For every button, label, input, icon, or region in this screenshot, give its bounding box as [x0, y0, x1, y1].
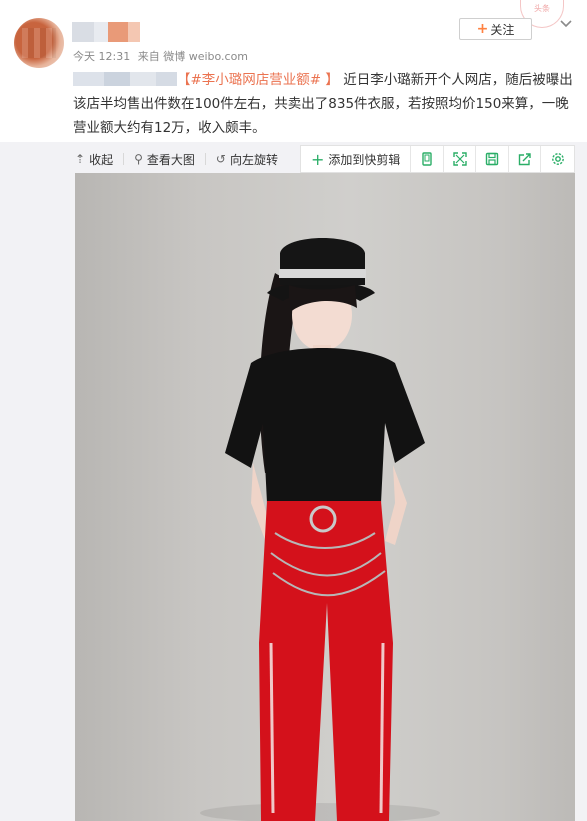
phone-icon[interactable] — [411, 146, 444, 172]
add-to-clip-button[interactable]: + 添加到快剪辑 — [301, 146, 412, 172]
plus-icon: + — [476, 21, 489, 37]
bracket-close: 】 — [321, 72, 339, 88]
view-large-label: 查看大图 — [146, 152, 195, 167]
save-icon[interactable] — [476, 146, 509, 172]
divider — [204, 153, 206, 165]
weibo-post: 今天 12:31 来自 微博 weibo.com 头条 + 关注 【#李小璐网店… — [0, 0, 587, 821]
view-large-button[interactable]: ⚲ 查看大图 — [134, 151, 195, 168]
collapse-button[interactable]: ⇡ 收起 — [75, 151, 113, 168]
settings-icon[interactable] — [541, 146, 574, 172]
bracket-open: 【 — [177, 72, 191, 88]
divider — [123, 153, 125, 165]
chevron-down-icon[interactable] — [558, 16, 574, 32]
arrow-up-icon: ⇡ — [75, 152, 86, 166]
post-time[interactable]: 今天 12:31 — [73, 50, 130, 63]
post-source[interactable]: 来自 微博 weibo.com — [138, 50, 248, 63]
image-toolbar: ⇡ 收起 ⚲ 查看大图 ↺ 向左旋转 — [75, 146, 288, 172]
collapse-label: 收起 — [89, 152, 114, 167]
follow-button[interactable]: + 关注 — [459, 18, 532, 40]
fullscreen-icon[interactable] — [444, 146, 477, 172]
photo-illustration — [200, 238, 440, 821]
rotate-left-icon: ↺ — [215, 152, 226, 166]
share-icon[interactable] — [509, 146, 542, 172]
magnifier-icon: ⚲ — [134, 152, 143, 166]
blurred-text — [73, 72, 177, 86]
post-meta: 今天 12:31 来自 微博 weibo.com — [73, 48, 252, 64]
rotate-left-label: 向左旋转 — [229, 152, 278, 167]
plus-icon: + — [311, 149, 325, 169]
topic-link[interactable]: #李小璐网店营业额# — [191, 72, 322, 88]
quick-clip-panel: + 添加到快剪辑 — [300, 145, 575, 173]
post-text: 【#李小璐网店营业额# 】 近日李小璐新开个人网店，随后被曝出该店半均售出件数在… — [73, 68, 573, 140]
follow-label: 关注 — [490, 22, 515, 37]
post-photo[interactable] — [75, 173, 575, 821]
avatar[interactable] — [14, 18, 64, 68]
add-to-clip-label: 添加到快剪辑 — [328, 152, 401, 167]
rotate-left-button[interactable]: ↺ 向左旋转 — [216, 151, 278, 168]
username-pixelated[interactable] — [72, 22, 146, 42]
